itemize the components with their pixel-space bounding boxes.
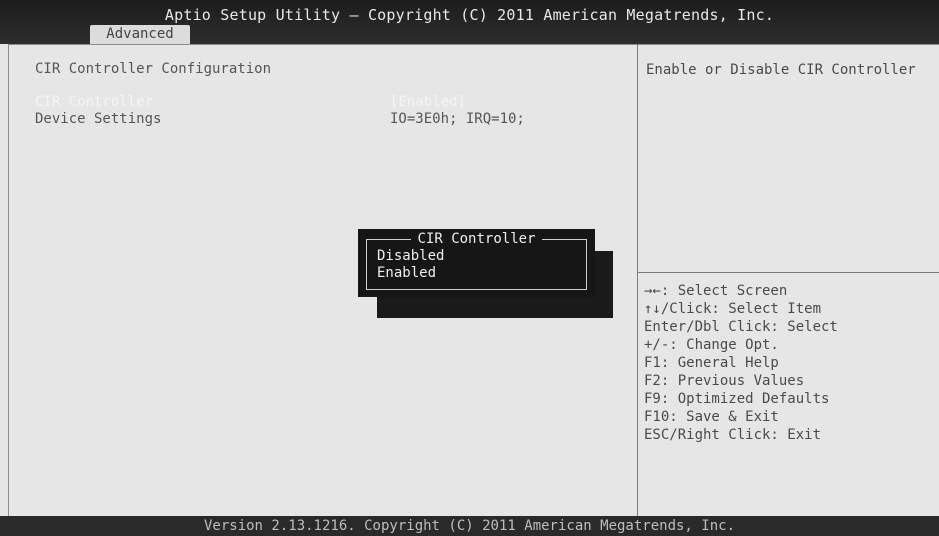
key-enter-select: Enter/Dbl Click: Select bbox=[644, 319, 838, 335]
tab-advanced[interactable]: Advanced bbox=[90, 25, 190, 44]
key-save-exit: F10: Save & Exit bbox=[644, 409, 779, 425]
footer-version: Version 2.13.1216. Copyright (C) 2011 Am… bbox=[0, 516, 939, 536]
key-select-screen: →←: Select Screen bbox=[644, 283, 788, 299]
setting-device-settings-label: Device Settings bbox=[35, 111, 162, 127]
panel-divider bbox=[637, 44, 638, 516]
key-change-opt: +/-: Change Opt. bbox=[644, 337, 779, 353]
key-select-item: ↑↓/Click: Select Item bbox=[644, 301, 822, 317]
key-optimized-defaults: F9: Optimized Defaults bbox=[644, 391, 830, 407]
section-title: CIR Controller Configuration bbox=[35, 61, 272, 77]
option-popup: CIR Controller Disabled Enabled bbox=[358, 229, 595, 297]
popup-title: CIR Controller bbox=[358, 231, 595, 247]
option-enabled[interactable]: Enabled bbox=[377, 265, 436, 281]
header-bar: Aptio Setup Utility – Copyright (C) 2011… bbox=[0, 0, 939, 44]
key-previous-values: F2: Previous Values bbox=[644, 373, 805, 389]
key-exit: ESC/Right Click: Exit bbox=[644, 427, 822, 443]
key-general-help: F1: General Help bbox=[644, 355, 779, 371]
key-legend: →←: Select Screen ↑↓/Click: Select Item … bbox=[644, 282, 838, 444]
popup-title-text: CIR Controller bbox=[411, 231, 542, 247]
help-text: Enable or Disable CIR Controller bbox=[646, 62, 916, 78]
setting-cir-controller-value[interactable]: [Enabled] bbox=[390, 94, 466, 110]
option-disabled[interactable]: Disabled bbox=[377, 248, 444, 264]
help-divider bbox=[637, 272, 939, 273]
app-title: Aptio Setup Utility – Copyright (C) 2011… bbox=[164, 6, 775, 24]
setting-cir-controller-label[interactable]: CIR Controller bbox=[35, 94, 153, 110]
setting-device-settings-value: IO=3E0h; IRQ=10; bbox=[390, 111, 525, 127]
